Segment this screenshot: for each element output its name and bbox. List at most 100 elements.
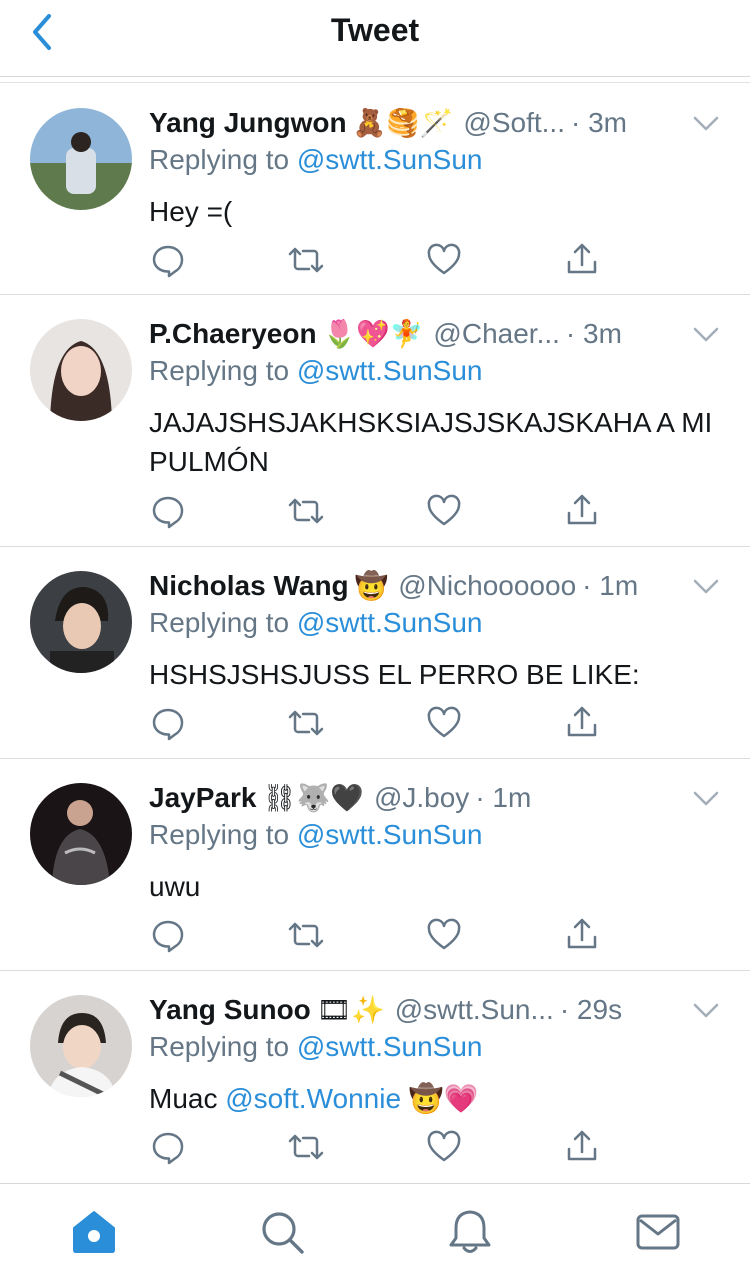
chevron-down-icon[interactable] <box>692 114 720 134</box>
tweet-header: Nicholas Wang 🤠 @Nichoooooo · 1m <box>149 566 669 606</box>
replying-to: Replying to @swtt.SunSun <box>149 819 483 851</box>
retweet-icon[interactable] <box>286 705 326 741</box>
display-name[interactable]: Yang Jungwon <box>149 107 347 139</box>
replying-to: Replying to @swtt.SunSun <box>149 1031 483 1063</box>
tweet-text-main: Muac <box>149 1083 226 1114</box>
home-icon[interactable] <box>70 1208 118 1256</box>
retweet-icon[interactable] <box>286 917 326 953</box>
replying-to: Replying to @swtt.SunSun <box>149 355 483 387</box>
top-nav-bar: Tweet <box>0 0 750 77</box>
reply-icon[interactable] <box>150 917 186 953</box>
share-icon[interactable] <box>564 917 600 953</box>
name-emojis: ⛓🐺🖤 <box>262 782 364 813</box>
replying-to: Replying to @swtt.SunSun <box>149 607 483 639</box>
username[interactable]: @Soft... <box>463 107 565 139</box>
share-icon[interactable] <box>564 1129 600 1165</box>
tweet-actions <box>150 917 610 953</box>
tweet[interactable]: P.Chaeryeon 🌷💖🧚 @Chaer... · 3m Replying … <box>0 295 750 547</box>
tweet-header: P.Chaeryeon 🌷💖🧚 @Chaer... · 3m <box>149 314 669 354</box>
tweet-actions <box>150 705 610 741</box>
tweet[interactable]: Nicholas Wang 🤠 @Nichoooooo · 1m Replyin… <box>0 547 750 759</box>
name-emojis: 🧸🥞🪄 <box>352 107 454 138</box>
heart-icon[interactable] <box>426 917 462 953</box>
heart-icon[interactable] <box>426 705 462 741</box>
tweet-text-main: uwu <box>149 871 201 902</box>
timestamp: · 1m <box>475 782 532 813</box>
avatar[interactable] <box>30 571 132 673</box>
messages-icon[interactable] <box>634 1208 682 1256</box>
tweet-header: JayPark ⛓🐺🖤 @J.boy · 1m <box>149 778 669 818</box>
tweet-text-mention[interactable]: @soft.Wonnie <box>225 1083 401 1114</box>
tweet[interactable]: Yang Jungwon 🧸🥞🪄 @Soft... · 3m Replying … <box>0 84 750 295</box>
share-icon[interactable] <box>564 705 600 741</box>
tweet-actions <box>150 493 610 529</box>
username[interactable]: @Nichoooooo <box>398 570 576 602</box>
replying-mention[interactable]: @swtt.SunSun <box>297 1031 483 1062</box>
heart-icon[interactable] <box>426 1129 462 1165</box>
retweet-icon[interactable] <box>286 493 326 529</box>
share-icon[interactable] <box>564 493 600 529</box>
tweet-text: HSHSJSHSJUSS EL PERRO BE LIKE: <box>149 655 719 694</box>
avatar[interactable] <box>30 319 132 421</box>
heart-icon[interactable] <box>426 493 462 529</box>
notifications-icon[interactable] <box>446 1208 494 1256</box>
reply-icon[interactable] <box>150 242 186 278</box>
share-icon[interactable] <box>564 242 600 278</box>
replying-to: Replying to @swtt.SunSun <box>149 144 483 176</box>
reply-icon[interactable] <box>150 1129 186 1165</box>
name-emojis: 🎞✨ <box>316 994 385 1025</box>
replying-prefix: Replying to <box>149 355 297 386</box>
tweet-text-main: Hey =( <box>149 196 233 227</box>
tweet-header: Yang Jungwon 🧸🥞🪄 @Soft... · 3m <box>149 103 669 143</box>
replying-mention[interactable]: @swtt.SunSun <box>297 144 483 175</box>
tweet[interactable]: JayPark ⛓🐺🖤 @J.boy · 1m Replying to @swt… <box>0 759 750 971</box>
name-emojis: 🌷💖🧚 <box>322 318 424 349</box>
avatar[interactable] <box>30 995 132 1097</box>
avatar[interactable] <box>30 108 132 210</box>
tweet-text: JAJAJSHSJAKHSKSIAJSJSKAJSKAHA A MI PULMÓ… <box>149 403 719 481</box>
replying-prefix: Replying to <box>149 607 297 638</box>
display-name[interactable]: P.Chaeryeon <box>149 318 317 350</box>
tweet-actions <box>150 1129 610 1165</box>
replying-prefix: Replying to <box>149 1031 297 1062</box>
username[interactable]: @swtt.Sun... <box>395 994 554 1026</box>
tweet-text-main: JAJAJSHSJAKHSKSIAJSJSKAJSKAHA A MI PULMÓ… <box>149 407 713 477</box>
replying-prefix: Replying to <box>149 819 297 850</box>
replying-prefix: Replying to <box>149 144 297 175</box>
display-name[interactable]: Yang Sunoo <box>149 994 311 1026</box>
replying-mention[interactable]: @swtt.SunSun <box>297 607 483 638</box>
timestamp: · 3m <box>565 318 622 349</box>
tweet-text-main: HSHSJSHSJUSS EL PERRO BE LIKE: <box>149 659 640 690</box>
display-name[interactable]: JayPark <box>149 782 256 814</box>
avatar[interactable] <box>30 783 132 885</box>
timestamp: · 3m <box>571 107 627 138</box>
username[interactable]: @Chaer... <box>433 318 559 350</box>
username[interactable]: @J.boy <box>374 782 469 814</box>
heart-icon[interactable] <box>426 242 462 278</box>
chevron-down-icon[interactable] <box>692 577 720 597</box>
retweet-icon[interactable] <box>286 242 326 278</box>
header-divider <box>0 82 750 83</box>
tweet-text-suffix: 🤠💗 <box>401 1083 479 1114</box>
tweet[interactable]: Yang Sunoo 🎞✨ @swtt.Sun... · 29s Replyin… <box>0 971 750 1182</box>
reply-icon[interactable] <box>150 493 186 529</box>
bottom-tab-bar <box>0 1183 750 1282</box>
replying-mention[interactable]: @swtt.SunSun <box>297 355 483 386</box>
tweet-actions <box>150 242 610 278</box>
name-emojis: 🤠 <box>354 570 389 601</box>
display-name[interactable]: Nicholas Wang <box>149 570 349 602</box>
tweet-header: Yang Sunoo 🎞✨ @swtt.Sun... · 29s <box>149 990 669 1030</box>
timestamp: · 29s <box>559 994 623 1025</box>
replying-mention[interactable]: @swtt.SunSun <box>297 819 483 850</box>
retweet-icon[interactable] <box>286 1129 326 1165</box>
timestamp: · 1m <box>582 570 639 601</box>
chevron-down-icon[interactable] <box>692 789 720 809</box>
reply-icon[interactable] <box>150 705 186 741</box>
tweet-text: Hey =( <box>149 192 719 231</box>
page-title: Tweet <box>330 12 420 48</box>
chevron-down-icon[interactable] <box>692 1001 720 1021</box>
search-icon[interactable] <box>258 1208 306 1256</box>
tweet-text: uwu <box>149 867 719 906</box>
tweet-text: Muac @soft.Wonnie 🤠💗 <box>149 1079 719 1118</box>
chevron-down-icon[interactable] <box>692 325 720 345</box>
